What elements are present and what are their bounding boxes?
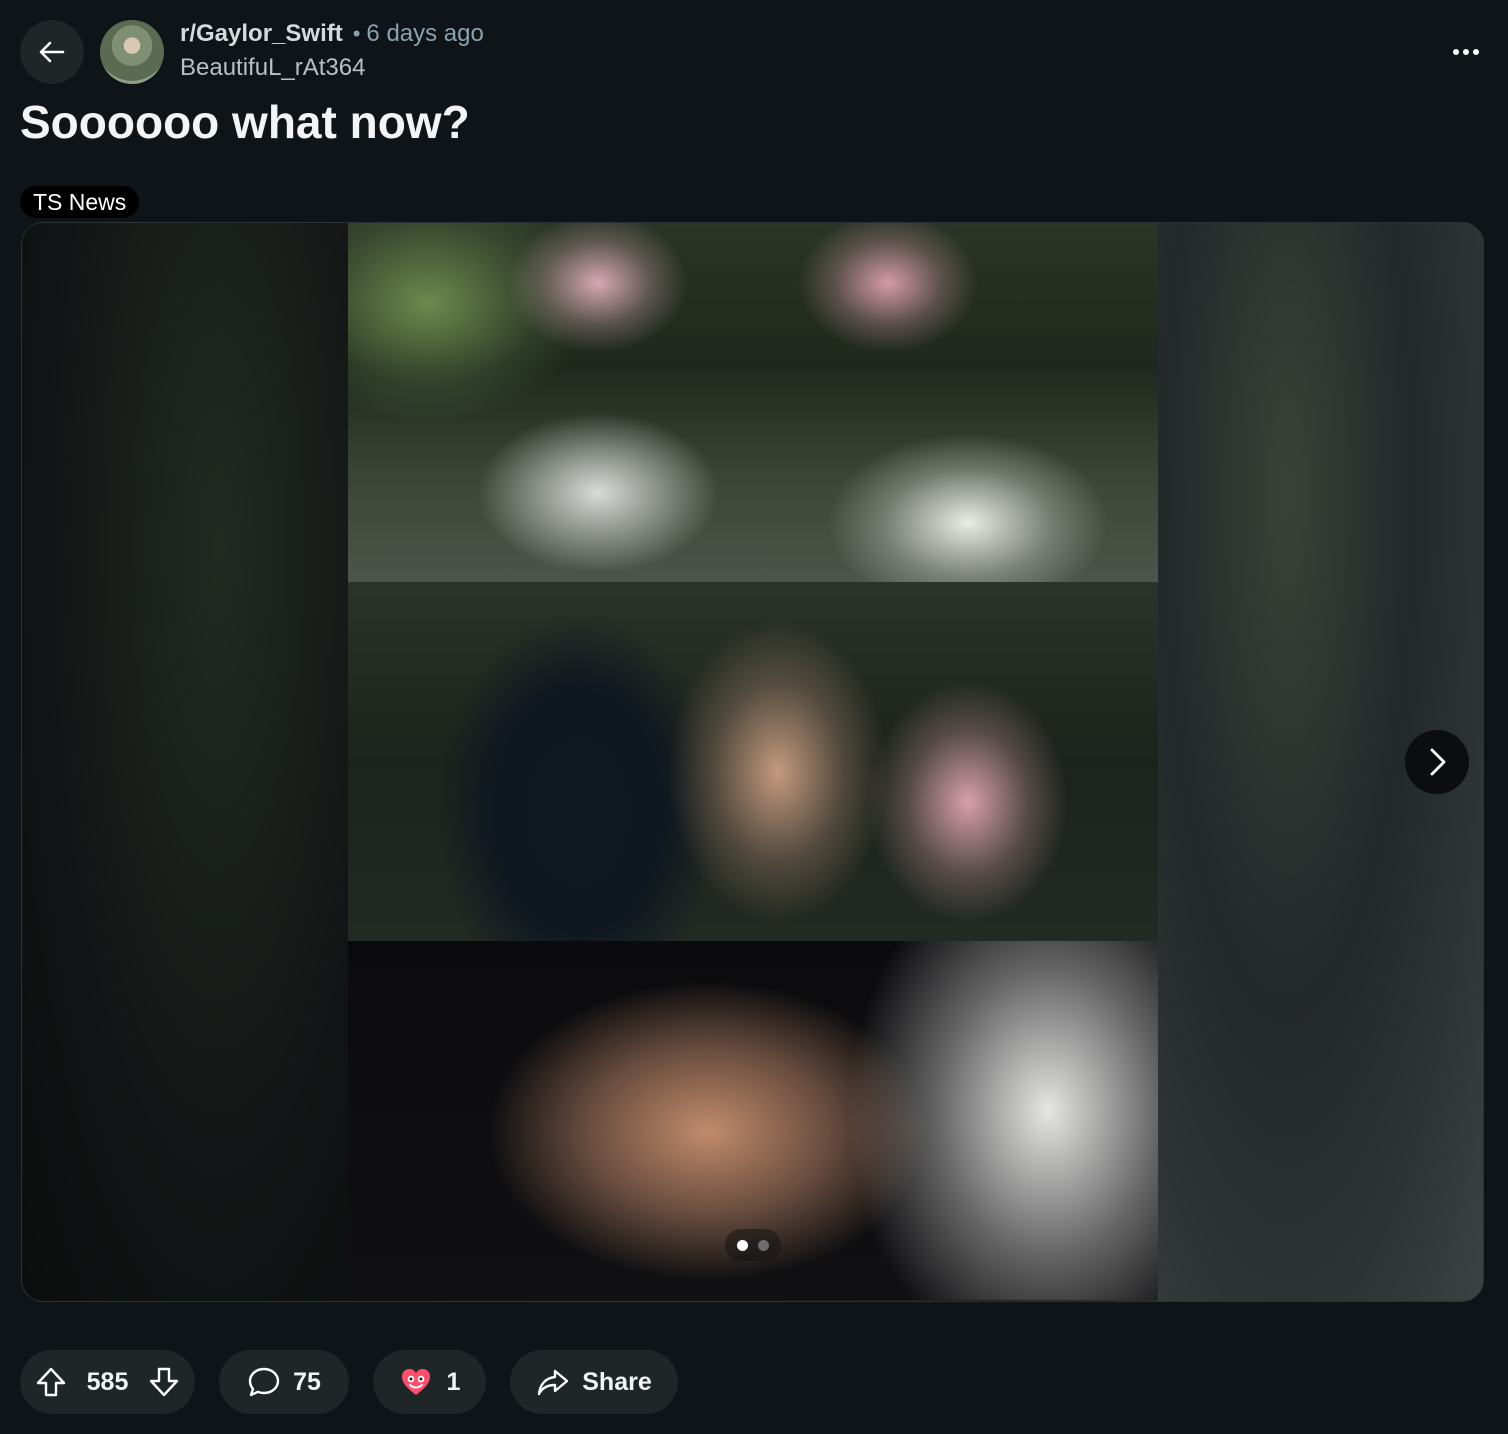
gallery-pager	[725, 1229, 781, 1261]
more-options-button[interactable]	[1450, 36, 1482, 68]
comment-count: 75	[293, 1367, 321, 1396]
photo-couple-embrace	[348, 582, 1158, 941]
post-title: Soooooo what now?	[20, 96, 470, 148]
gallery-image[interactable]	[348, 223, 1158, 1301]
post-page: r/Gaylor_Swift • 6 days ago BeautifuL_rA…	[0, 0, 1508, 1434]
downvote-icon[interactable]	[147, 1365, 181, 1399]
subreddit-name[interactable]: r/Gaylor_Swift	[180, 20, 343, 48]
meta-separator: •	[352, 21, 361, 46]
upvote-icon[interactable]	[34, 1365, 68, 1399]
award-button[interactable]: 1	[373, 1350, 486, 1414]
photo-garden-proposal	[348, 223, 1158, 582]
author-name[interactable]: BeautifuL_rAt364	[180, 54, 484, 82]
arrow-left-icon	[37, 37, 67, 67]
back-button[interactable]	[20, 20, 84, 84]
post-flair[interactable]: TS News	[20, 186, 140, 218]
comments-button[interactable]: 75	[219, 1350, 349, 1414]
subreddit-avatar[interactable]	[100, 20, 164, 84]
award-icon	[399, 1365, 433, 1399]
next-slide-button[interactable]	[1405, 730, 1469, 794]
post-time: 6 days ago	[366, 20, 484, 47]
chevron-right-icon	[1424, 747, 1450, 777]
award-count: 1	[446, 1367, 461, 1396]
media-blur-background-left	[22, 223, 348, 1301]
more-horizontal-icon	[1452, 48, 1480, 56]
post-meta: r/Gaylor_Swift • 6 days ago BeautifuL_rA…	[180, 20, 484, 82]
vote-control: 585	[20, 1350, 195, 1414]
action-bar: 585 75 1 Share	[20, 1350, 678, 1414]
share-label: Share	[582, 1367, 652, 1396]
media-gallery[interactable]	[21, 222, 1484, 1302]
share-icon	[536, 1365, 570, 1399]
vote-count: 585	[86, 1367, 129, 1396]
comment-icon	[247, 1365, 281, 1399]
pager-dot[interactable]	[758, 1239, 769, 1251]
share-button[interactable]: Share	[510, 1350, 678, 1414]
pager-dot-active[interactable]	[737, 1239, 748, 1251]
